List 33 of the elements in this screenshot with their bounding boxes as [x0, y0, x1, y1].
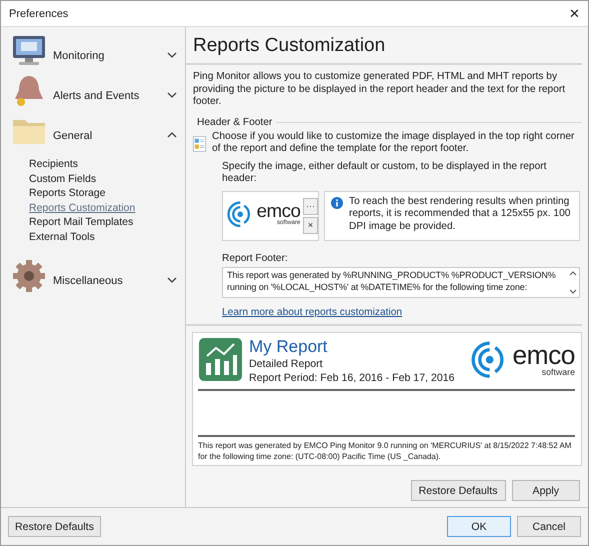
- nav-item[interactable]: External Tools: [29, 230, 185, 244]
- browse-button[interactable]: ···: [303, 198, 318, 214]
- report-footer-text: This report was generated by EMCO Ping Monitor 9.0 running on 'MERCURIUS' at 8/15/2022 7:48:52 AM for the following time zone: (UTC-08:00) Pacific Time (US _Canada).: [198, 435, 575, 462]
- group-label[interactable]: Miscellaneous: [51, 265, 163, 287]
- close-button[interactable]: ✕: [569, 6, 580, 21]
- field-label: Report Footer:: [222, 252, 289, 264]
- nav-item[interactable]: Recipients: [29, 157, 185, 172]
- report-period: Report Period: Feb 16, 2016 - Feb 17, 2016: [249, 370, 456, 384]
- logo: emco software: [470, 340, 575, 378]
- ok-button[interactable]: OK: [447, 516, 511, 537]
- window-title: Preferences: [9, 8, 70, 20]
- group-label[interactable]: Monitoring: [51, 40, 163, 62]
- description: Ping Monitor allows you to customize generated PDF, HTML and MHT reports by providing the picture to be displayed in the report header and the text for the report footer.: [192, 70, 566, 108]
- nav-item[interactable]: Custom Fields: [29, 172, 185, 186]
- group-label[interactable]: Alerts and Events: [51, 80, 163, 102]
- nav-item[interactable]: Reports Storage: [29, 186, 185, 200]
- footer-template-field[interactable]: This report was generated by %RUNNING_PRODUCT% %PRODUCT_VERSION% running on '%LOCAL_HOST%' at %DATETIME% for the following time zone:: [222, 266, 580, 298]
- section-title: Header & Footer: [197, 116, 272, 128]
- nav-item[interactable]: Reports Customization: [29, 200, 185, 215]
- restore-defaults-button[interactable]: Restore Defaults: [8, 516, 101, 537]
- apply-button[interactable]: Apply: [512, 480, 580, 501]
- nav-item[interactable]: Report Mail Templates: [29, 215, 185, 230]
- section-description: Choose if you would like to customize the image displayed in the top right corner of the report and define the template for the report footer.: [212, 130, 576, 156]
- report-subtitle: Detailed Report: [249, 356, 324, 370]
- restore-defaults-button[interactable]: Restore Defaults: [410, 480, 506, 501]
- report-title: My Report: [249, 336, 328, 356]
- group-label[interactable]: General: [51, 120, 163, 142]
- help-link[interactable]: Learn more about reports customization: [222, 306, 402, 318]
- clear-button[interactable]: ×: [303, 216, 318, 234]
- info-text: To reach the best rendering results when printing reports, it is recommended that a 125x55 px. 100 DPI image be provided.: [349, 196, 572, 234]
- page-title: Reports Customization: [186, 27, 582, 65]
- image-label: Specify the image, either default or custom, to be displayed in the report header:: [222, 160, 548, 186]
- cancel-button[interactable]: Cancel: [517, 516, 581, 537]
